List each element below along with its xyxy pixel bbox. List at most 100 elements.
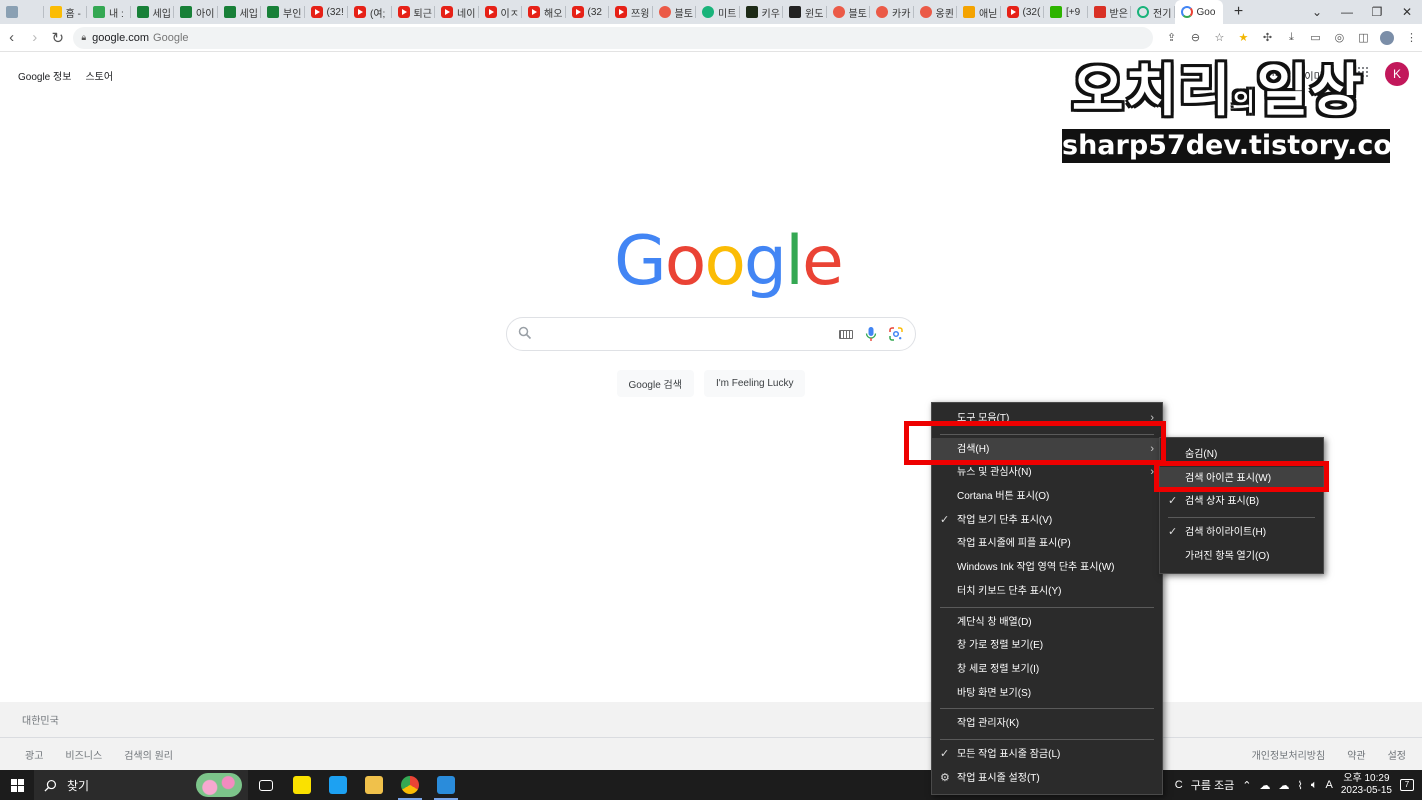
browser-tab[interactable]: 네이 (435, 0, 479, 24)
taskbar-search-box[interactable]: 찾기 (34, 770, 248, 800)
forward-icon[interactable]: › (23, 29, 46, 46)
weather-status[interactable]: 구름 조금 (1191, 777, 1235, 793)
browser-tab[interactable]: 홈 - (44, 0, 88, 24)
menu-item[interactable]: Cortana 버튼 표시(O) (932, 485, 1162, 509)
tab-label: 이ㅈ (500, 8, 519, 20)
browser-tab[interactable]: 부인 (261, 0, 305, 24)
menu-item[interactable]: 계단식 창 배열(D) (932, 611, 1162, 635)
taskbar-app-kakaotalk[interactable] (284, 770, 320, 800)
new-tab-button[interactable]: + (1229, 3, 1249, 21)
taskbar-app-chrome[interactable] (392, 770, 428, 800)
taskbar-app-file-explorer[interactable] (356, 770, 392, 800)
menu-item[interactable]: 바탕 화면 보기(S) (932, 682, 1162, 706)
browser-tab[interactable]: 윈도 (783, 0, 827, 24)
microphone-icon[interactable] (865, 326, 877, 342)
menu-item[interactable]: ✓ 검색 상자 표시(B) (1160, 490, 1323, 514)
menu-item[interactable]: 창 가로 정렬 보기(E) (932, 634, 1162, 658)
start-button[interactable] (0, 770, 34, 800)
menu-item[interactable]: 작업 표시줄에 피플 표시(P) (932, 532, 1162, 556)
tab-search-button[interactable]: ⌄ (1302, 5, 1332, 19)
minimize-button[interactable]: — (1332, 5, 1362, 19)
footer-settings-link[interactable]: 설정 (1388, 747, 1406, 762)
restore-button[interactable]: ❐ (1362, 5, 1392, 19)
browser-tab[interactable]: Goo (1174, 0, 1223, 24)
cloud-icon[interactable]: ☁ (1279, 779, 1290, 792)
browser-tab[interactable]: 쯔윙 (609, 0, 653, 24)
extensions-puzzle-icon[interactable]: ✣ (1257, 29, 1278, 47)
taskbar-app-task-view[interactable] (248, 770, 284, 800)
browser-tab[interactable]: 키우 (740, 0, 784, 24)
browser-tab[interactable]: [+9 (1044, 0, 1088, 24)
feeling-lucky-button[interactable]: I'm Feeling Lucky (703, 370, 806, 397)
browser-tab[interactable]: 세입 (131, 0, 175, 24)
menu-item[interactable]: ✓ 검색 하이라이트(H) (1160, 521, 1323, 545)
sheets-icon (136, 6, 149, 18)
browser-tab[interactable]: 받은 (1088, 0, 1132, 24)
menu-item[interactable]: 터치 키보드 단추 표시(Y) (932, 580, 1162, 604)
browser-tab[interactable]: (여; (348, 0, 392, 24)
download-icon[interactable]: ⤓ (1281, 29, 1302, 47)
back-icon[interactable]: ‹ (0, 29, 23, 46)
close-window-button[interactable]: ✕ (1392, 5, 1422, 19)
footer-ads-link[interactable]: 광고 (25, 747, 43, 762)
browser-tab[interactable]: (32 (566, 0, 610, 24)
browser-tab[interactable]: 블토 (827, 0, 871, 24)
notification-center-icon[interactable]: 7 (1400, 779, 1414, 791)
cast-icon[interactable]: ▭ (1305, 29, 1326, 47)
capture-icon[interactable]: ◎ (1329, 29, 1350, 47)
extension-icon[interactable]: ★ (1233, 29, 1254, 47)
volume-icon[interactable]: 🔈︎ (1311, 779, 1318, 792)
weather-temp[interactable]: C (1175, 779, 1183, 791)
browser-tab[interactable]: 퇴근 (392, 0, 436, 24)
google-lens-icon[interactable] (889, 327, 903, 341)
browser-tab[interactable]: 카카 (870, 0, 914, 24)
browser-profile-icon[interactable] (1377, 29, 1398, 47)
menu-item[interactable]: ✓ 작업 보기 단추 표시(V) (932, 509, 1162, 533)
about-link[interactable]: Google 정보 (18, 68, 71, 83)
browser-tab[interactable]: 해오 (522, 0, 566, 24)
browser-tab[interactable]: 이ㅈ (479, 0, 523, 24)
browser-tab[interactable]: 옹퀸 (914, 0, 958, 24)
taskbar-app-bird-app[interactable] (320, 770, 356, 800)
keyboard-icon[interactable] (839, 329, 853, 339)
browser-menu-icon[interactable]: ⋮ (1401, 29, 1422, 47)
zoom-icon[interactable]: ⊖ (1185, 29, 1206, 47)
browser-tab[interactable]: 미트 (696, 0, 740, 24)
browser-tab[interactable]: 블토 (653, 0, 697, 24)
taskbar-app-windows-app[interactable] (428, 770, 464, 800)
menu-item[interactable]: ⚙ 작업 표시줄 설정(T) (932, 767, 1162, 791)
footer-how-search-works-link[interactable]: 검색의 원리 (124, 747, 173, 762)
menu-item-label: 검색 상자 표시(B) (1185, 496, 1260, 508)
hidden-icons-chevron-icon[interactable]: ⌃ (1242, 779, 1251, 792)
browser-tab[interactable]: (32( (1001, 0, 1045, 24)
menu-item[interactable]: 창 세로 정렬 보기(I) (932, 658, 1162, 682)
input-language[interactable]: A (1326, 779, 1333, 791)
google-search-button[interactable]: Google 검색 (616, 370, 694, 397)
address-bar[interactable]: 🔒︎ google.com Google (73, 26, 1153, 49)
store-link[interactable]: 스토어 (85, 68, 113, 83)
reload-icon[interactable]: ↻ (46, 29, 69, 47)
side-panel-icon[interactable]: ◫ (1353, 29, 1374, 47)
browser-tab[interactable]: 세입 (218, 0, 262, 24)
menu-item[interactable]: ✓ 모든 작업 표시줄 잠금(L) (932, 743, 1162, 767)
footer-terms-link[interactable]: 약관 (1347, 747, 1365, 762)
network-icon[interactable]: ⌇ (1298, 779, 1303, 792)
menu-item[interactable]: Windows Ink 작업 영역 단추 표시(W) (932, 556, 1162, 580)
browser-tab[interactable]: 애닏 (957, 0, 1001, 24)
browser-tab[interactable]: 내 : (87, 0, 131, 24)
browser-tab[interactable]: 전기 (1131, 0, 1175, 24)
footer-business-link[interactable]: 비즈니스 (65, 747, 102, 762)
clock[interactable]: 오후 10:29 2023-05-15 (1341, 773, 1392, 797)
menu-item[interactable]: 작업 관리자(K) (932, 712, 1162, 736)
browser-tab[interactable]: 아이 (174, 0, 218, 24)
share-icon[interactable]: ⇪ (1161, 29, 1182, 47)
browser-tab[interactable]: (32! (305, 0, 349, 24)
menu-item[interactable]: 가려진 항목 열기(O) (1160, 545, 1323, 569)
lock-icon[interactable]: 🔒︎ (81, 32, 86, 43)
onedrive-icon[interactable]: ☁ (1260, 779, 1271, 792)
menu-item-label: Windows Ink 작업 영역 단추 표시(W) (957, 562, 1115, 574)
browser-tab[interactable] (0, 0, 44, 24)
search-input[interactable] (506, 317, 916, 351)
footer-privacy-link[interactable]: 개인정보처리방침 (1252, 747, 1326, 762)
bookmark-star-icon[interactable]: ☆ (1209, 29, 1230, 47)
